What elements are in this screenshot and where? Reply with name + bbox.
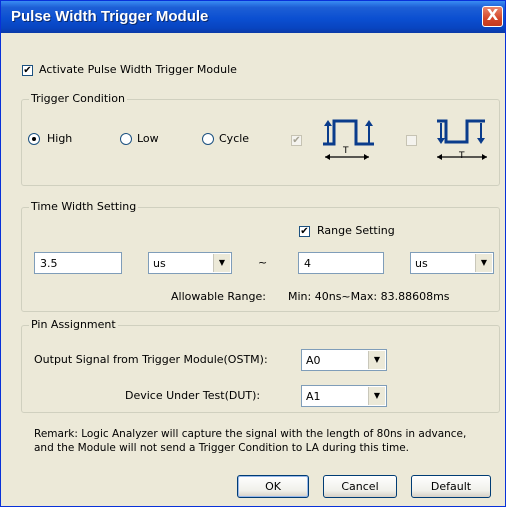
min-unit-select[interactable]: us ▼ — [148, 252, 232, 274]
ostm-select[interactable]: A0 ▼ — [301, 349, 387, 371]
allowable-range-value: Min: 40ns~Max: 83.88608ms — [288, 290, 450, 303]
min-unit-value: us — [153, 257, 166, 270]
range-setting-label: Range Setting — [317, 224, 395, 237]
window-title: Pulse Width Trigger Module — [11, 8, 209, 25]
time-width-title: Time Width Setting — [29, 200, 139, 213]
radio-cycle[interactable] — [202, 133, 214, 145]
pin-assignment-group: Pin Assignment — [21, 318, 500, 413]
max-width-input[interactable]: 4 — [298, 252, 384, 274]
positive-pulse-icon — [323, 119, 374, 160]
dut-select[interactable]: A1 ▼ — [301, 385, 387, 407]
trigger-condition-group: Trigger Condition — [21, 92, 500, 186]
title-bar[interactable]: Pulse Width Trigger Module X — [1, 1, 505, 33]
max-unit-select[interactable]: us ▼ — [410, 252, 494, 274]
chevron-down-icon: ▼ — [213, 254, 230, 272]
ostm-value: A0 — [306, 354, 321, 367]
radio-low[interactable] — [120, 133, 132, 145]
pulse-width-dialog: Pulse Width Trigger Module X ✔ Activate … — [0, 0, 506, 507]
activate-label: Activate Pulse Width Trigger Module — [39, 63, 237, 76]
allowable-range-label: Allowable Range: — [171, 290, 266, 303]
radio-high[interactable] — [28, 133, 40, 145]
default-button[interactable]: Default — [411, 475, 491, 498]
chevron-down-icon: ▼ — [475, 254, 492, 272]
chevron-down-icon: ▼ — [368, 351, 385, 369]
close-icon: X — [486, 6, 499, 24]
range-setting-checkbox[interactable]: ✔ — [299, 226, 310, 237]
pulse-high-width-label: T — [343, 146, 349, 156]
max-unit-value: us — [415, 257, 428, 270]
remark-line-1: Remark: Logic Analyzer will capture the … — [34, 428, 467, 440]
pin-assignment-title: Pin Assignment — [29, 318, 118, 331]
dut-value: A1 — [306, 390, 321, 403]
radio-low-label: Low — [137, 132, 159, 145]
min-width-input[interactable]: 3.5 — [34, 252, 122, 274]
radio-cycle-label: Cycle — [219, 132, 250, 145]
dut-label: Device Under Test(DUT): — [125, 389, 261, 402]
pulse-high-checkbox[interactable]: ✔ — [291, 135, 302, 146]
chevron-down-icon: ▼ — [368, 387, 385, 405]
ok-button[interactable]: OK — [237, 475, 309, 498]
range-tilde: ~ — [258, 256, 268, 269]
pulse-low-checkbox[interactable] — [406, 135, 417, 146]
pulse-low-width-label: T — [459, 151, 465, 161]
ostm-label: Output Signal from Trigger Module(OSTM): — [34, 353, 268, 366]
close-button[interactable]: X — [482, 6, 503, 27]
cancel-button[interactable]: Cancel — [323, 475, 397, 498]
radio-high-label: High — [47, 132, 73, 145]
activate-checkbox[interactable]: ✔ — [22, 65, 33, 76]
remark-line-2: and the Module will not send a Trigger C… — [34, 442, 410, 454]
trigger-condition-title: Trigger Condition — [29, 92, 127, 105]
